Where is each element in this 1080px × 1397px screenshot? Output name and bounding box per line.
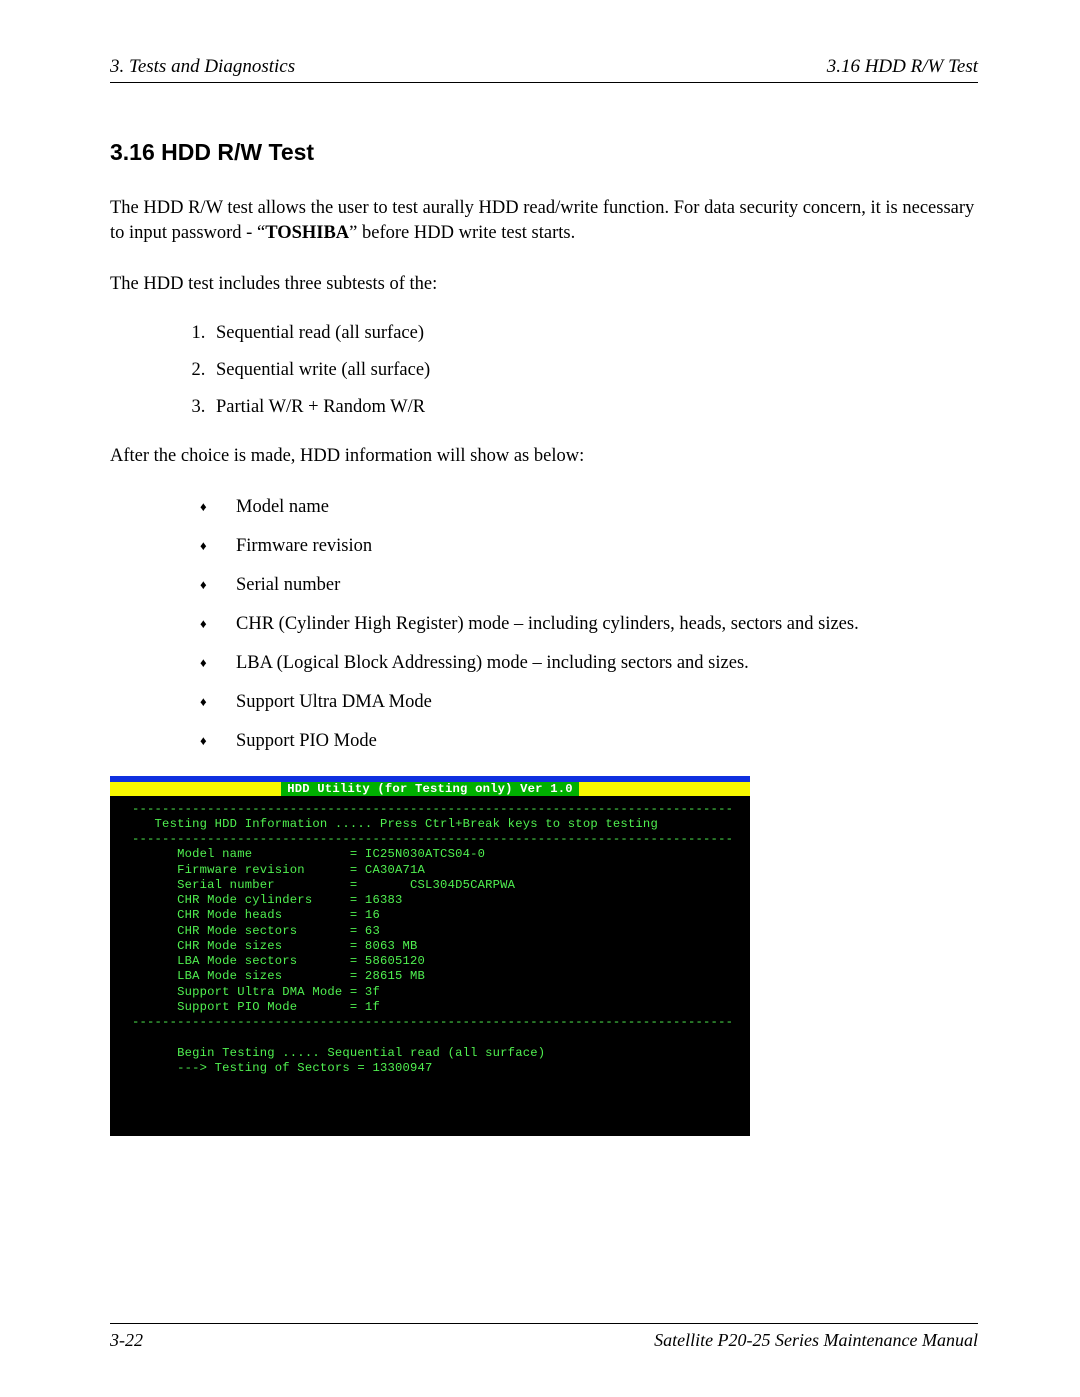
- terminal-row: Support Ultra DMA Mode = 3f: [132, 985, 750, 1000]
- terminal-row: Model name = IC25N030ATCS04-0: [132, 847, 750, 862]
- intro-paragraph: The HDD R/W test allows the user to test…: [110, 196, 978, 246]
- terminal-row: CHR Mode sizes = 8063 MB: [132, 939, 750, 954]
- header-rule: [110, 82, 978, 83]
- list-item: Partial W/R + Random W/R: [210, 397, 978, 418]
- page-footer: 3-22 Satellite P20-25 Series Maintenance…: [110, 1323, 978, 1351]
- terminal-row: LBA Mode sizes = 28615 MB: [132, 969, 750, 984]
- list-item: CHR (Cylinder High Register) mode – incl…: [200, 612, 978, 637]
- terminal-row: Firmware revision = CA30A71A: [132, 863, 750, 878]
- terminal-dash: ----------------------------------------…: [132, 802, 750, 817]
- intro-post: ” before HDD write test starts.: [349, 223, 575, 243]
- terminal-begin-1: Begin Testing ..... Sequential read (all…: [132, 1046, 750, 1061]
- info-lead: After the choice is made, HDD informatio…: [110, 444, 978, 469]
- list-item: LBA (Logical Block Addressing) mode – in…: [200, 651, 978, 676]
- terminal-heading: Testing HDD Information ..... Press Ctrl…: [132, 817, 750, 832]
- terminal-body: ----------------------------------------…: [110, 796, 750, 1077]
- header-right: 3.16 HDD R/W Test: [827, 56, 978, 78]
- header-left: 3. Tests and Diagnostics: [110, 56, 295, 78]
- footer-right: Satellite P20-25 Series Maintenance Manu…: [654, 1330, 978, 1351]
- terminal-row: Serial number = CSL304D5CARPWA: [132, 878, 750, 893]
- terminal-row: LBA Mode sectors = 58605120: [132, 954, 750, 969]
- terminal-row: Support PIO Mode = 1f: [132, 1000, 750, 1015]
- subtests-lead: The HDD test includes three subtests of …: [110, 272, 978, 297]
- terminal-row: CHR Mode heads = 16: [132, 908, 750, 923]
- terminal-title: HDD Utility (for Testing only) Ver 1.0: [281, 782, 579, 796]
- subtests-list: Sequential read (all surface) Sequential…: [210, 323, 978, 418]
- terminal-title-row: HDD Utility (for Testing only) Ver 1.0: [110, 782, 750, 796]
- list-item: Support PIO Mode: [200, 729, 978, 754]
- terminal-dash: ----------------------------------------…: [132, 1015, 750, 1030]
- terminal-begin-2: ---> Testing of Sectors = 13300947: [132, 1061, 750, 1076]
- page-header: 3. Tests and Diagnostics 3.16 HDD R/W Te…: [110, 56, 978, 78]
- terminal-screenshot: HDD Utility (for Testing only) Ver 1.0 -…: [110, 776, 750, 1137]
- footer-rule: [110, 1323, 978, 1324]
- list-item: Firmware revision: [200, 534, 978, 559]
- section-title: 3.16 HDD R/W Test: [110, 139, 978, 166]
- list-item: Support Ultra DMA Mode: [200, 690, 978, 715]
- list-item: Serial number: [200, 573, 978, 598]
- list-item: Sequential read (all surface): [210, 323, 978, 344]
- list-item: Model name: [200, 495, 978, 520]
- list-item: Sequential write (all surface): [210, 360, 978, 381]
- intro-bold: TOSHIBA: [265, 223, 349, 243]
- terminal-row: CHR Mode cylinders = 16383: [132, 893, 750, 908]
- terminal-dash: ----------------------------------------…: [132, 832, 750, 847]
- footer-left: 3-22: [110, 1330, 143, 1351]
- terminal-row: CHR Mode sectors = 63: [132, 924, 750, 939]
- info-list: Model name Firmware revision Serial numb…: [200, 495, 978, 754]
- terminal-row: [132, 1030, 750, 1045]
